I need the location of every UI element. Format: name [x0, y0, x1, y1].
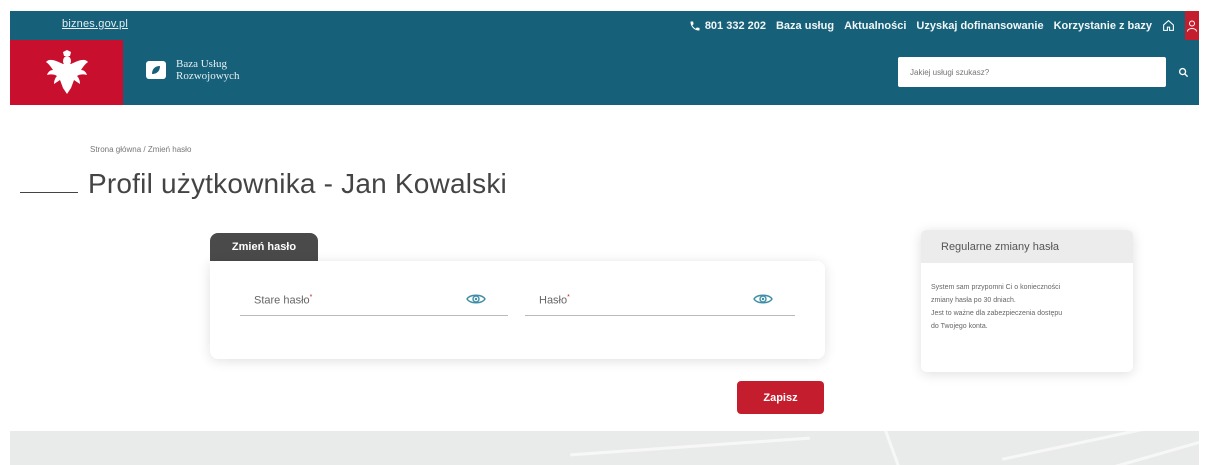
- eye-icon: [753, 294, 773, 304]
- breadcrumb[interactable]: Strona główna / Zmień hasło: [90, 145, 191, 154]
- title-row: Profil użytkownika - Jan Kowalski: [20, 168, 507, 200]
- map-road: [1091, 438, 1199, 465]
- user-icon: [1187, 20, 1197, 32]
- required-mark: *: [567, 294, 570, 301]
- nav-link-dofinansowanie[interactable]: Uzyskaj dofinansowanie: [916, 20, 1043, 32]
- emblem-eagle-icon: [45, 49, 88, 94]
- search-input[interactable]: [898, 57, 1166, 87]
- info-line-2: zmiany hasła po 30 dniach.: [931, 297, 1016, 304]
- save-button[interactable]: Zapisz: [737, 381, 824, 414]
- home-icon: [1163, 19, 1174, 31]
- map-road: [1001, 431, 1199, 461]
- site-link[interactable]: biznes.gov.pl: [62, 18, 128, 30]
- tab-change-password[interactable]: Zmień hasło: [210, 233, 318, 261]
- brand-line1: Baza Usług: [176, 58, 228, 70]
- nav-link-aktualnosci[interactable]: Aktualności: [844, 20, 906, 32]
- brand-leaf-icon: [152, 66, 160, 74]
- footer-map: [10, 431, 1199, 465]
- page: biznes.gov.pl 801 332 202 Baza usług Akt…: [0, 0, 1209, 465]
- new-password-label: Hasło*: [539, 294, 570, 307]
- brand[interactable]: Baza Usług Rozwojowych: [146, 58, 240, 82]
- new-password-field[interactable]: Hasło*: [525, 286, 795, 316]
- search-icon: [1178, 67, 1188, 77]
- phone-icon: [690, 21, 700, 30]
- search-box: [898, 57, 1166, 87]
- info-card: Regularne zmiany hasła System sam przypo…: [921, 230, 1133, 372]
- emblem[interactable]: [10, 40, 123, 105]
- search-button[interactable]: [1168, 57, 1198, 87]
- brand-logo: [146, 61, 166, 79]
- info-title: Regularne zmiany hasła: [921, 230, 1133, 263]
- title-divider: [20, 191, 78, 193]
- map-road: [883, 431, 900, 465]
- nav-link-korzystanie[interactable]: Korzystanie z bazy: [1054, 20, 1152, 32]
- toggle-old-password-visibility[interactable]: [466, 292, 486, 311]
- phone-contact[interactable]: 801 332 202: [689, 20, 766, 32]
- user-button[interactable]: [1185, 11, 1199, 40]
- nav-link-baza-uslug[interactable]: Baza usług: [776, 20, 834, 32]
- page-title: Profil użytkownika - Jan Kowalski: [88, 168, 507, 199]
- password-form-card: Stare hasło* Hasło*: [210, 261, 825, 359]
- brand-line2: Rozwojowych: [176, 70, 240, 82]
- home-button[interactable]: [1162, 19, 1175, 32]
- brand-text: Baza Usług Rozwojowych: [176, 58, 240, 82]
- info-line-3: Jest to ważne dla zabezpieczenia dostępu: [931, 310, 1063, 317]
- new-password-label-text: Hasło: [539, 294, 568, 307]
- toggle-new-password-visibility[interactable]: [753, 292, 773, 311]
- info-body: System sam przypomni Ci o konieczności z…: [921, 263, 1133, 333]
- map-road: [570, 436, 810, 457]
- old-password-label-text: Stare hasło: [254, 294, 310, 307]
- eye-icon: [466, 294, 486, 304]
- info-line-1: System sam przypomni Ci o konieczności: [931, 284, 1061, 291]
- info-line-4: do Twojego konta.: [931, 323, 988, 330]
- required-mark: *: [309, 294, 313, 301]
- old-password-label: Stare hasło*: [254, 294, 312, 307]
- phone-number: 801 332 202: [704, 19, 766, 32]
- top-links: 801 332 202 Baza usług Aktualności Uzysk…: [689, 11, 1199, 40]
- old-password-field[interactable]: Stare hasło*: [240, 286, 508, 316]
- header: Baza Usług Rozwojowych: [10, 40, 1199, 105]
- top-bar: biznes.gov.pl 801 332 202 Baza usług Akt…: [10, 11, 1199, 40]
